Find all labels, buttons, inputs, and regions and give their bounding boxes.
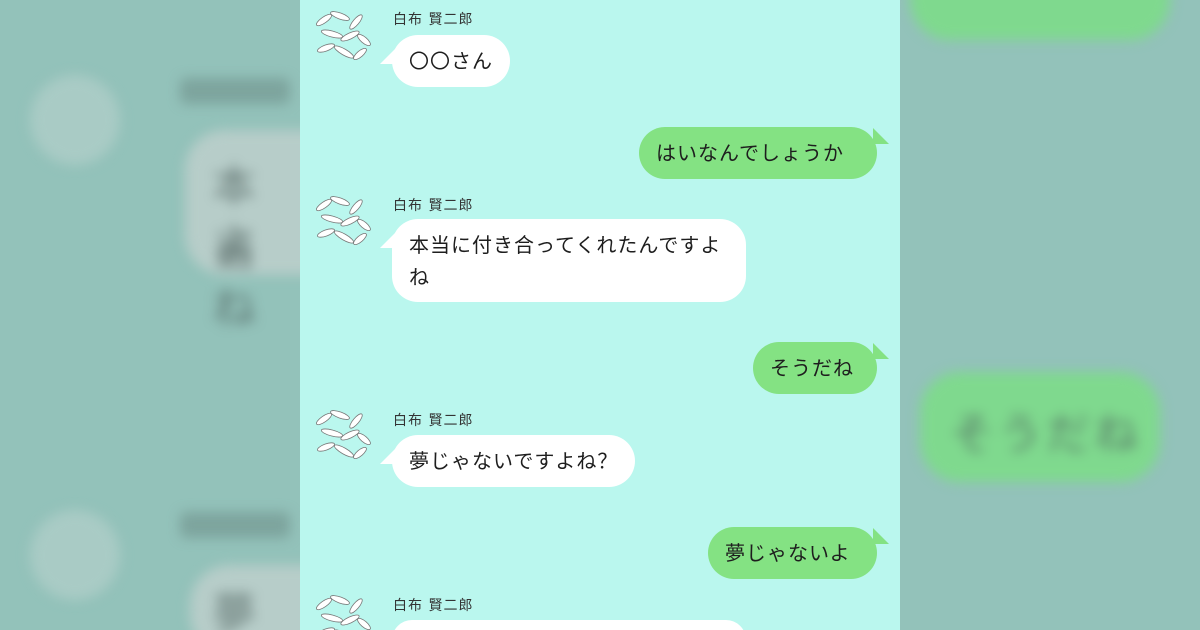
fish-sketch-avatar-icon[interactable] bbox=[310, 191, 374, 247]
sender-name: 白布 賢二郎 bbox=[393, 12, 474, 28]
message-bubble-outgoing[interactable]: はいなんでしょうか bbox=[639, 127, 877, 179]
blurred-outgoing-bubble bbox=[910, 0, 1170, 40]
blurred-text: よね bbox=[212, 219, 260, 334]
message-bubble-incoming[interactable]: 本当に付き合ってくれたんですよね bbox=[392, 219, 746, 302]
bubble-tail bbox=[873, 343, 889, 359]
blurred-backdrop-right: そうだね bbox=[900, 0, 1200, 630]
chat-panel[interactable]: 白布 賢二郎 〇〇さん はいなんでしょうか 白布 賢二郎 本当に付き合ってくれた… bbox=[300, 0, 900, 630]
message-bubble-incoming[interactable] bbox=[392, 620, 746, 630]
blurred-avatar bbox=[30, 510, 120, 600]
fish-sketch-avatar-icon[interactable] bbox=[310, 590, 374, 630]
message-bubble-incoming[interactable]: 〇〇さん bbox=[392, 35, 510, 87]
sender-name: 白布 賢二郎 bbox=[393, 598, 474, 614]
fish-sketch-avatar-icon[interactable] bbox=[310, 405, 374, 461]
blurred-sender-name bbox=[180, 512, 290, 538]
sender-name: 白布 賢二郎 bbox=[393, 413, 474, 429]
blurred-text: そうだね bbox=[950, 409, 1142, 460]
blurred-backdrop-left: 本当 よね 夢 bbox=[0, 0, 300, 630]
message-bubble-outgoing[interactable]: そうだね bbox=[753, 342, 877, 394]
bubble-tail bbox=[873, 128, 889, 144]
fish-sketch-avatar-icon[interactable] bbox=[310, 6, 374, 62]
message-bubble-outgoing[interactable]: 夢じゃないよ bbox=[708, 527, 877, 579]
sender-name: 白布 賢二郎 bbox=[393, 198, 474, 214]
blurred-avatar bbox=[30, 75, 120, 165]
blurred-sender-name bbox=[180, 78, 290, 104]
blurred-text: 夢 bbox=[212, 589, 260, 630]
bubble-tail bbox=[873, 528, 889, 544]
message-bubble-incoming[interactable]: 夢じゃないですよね？ bbox=[392, 435, 636, 487]
